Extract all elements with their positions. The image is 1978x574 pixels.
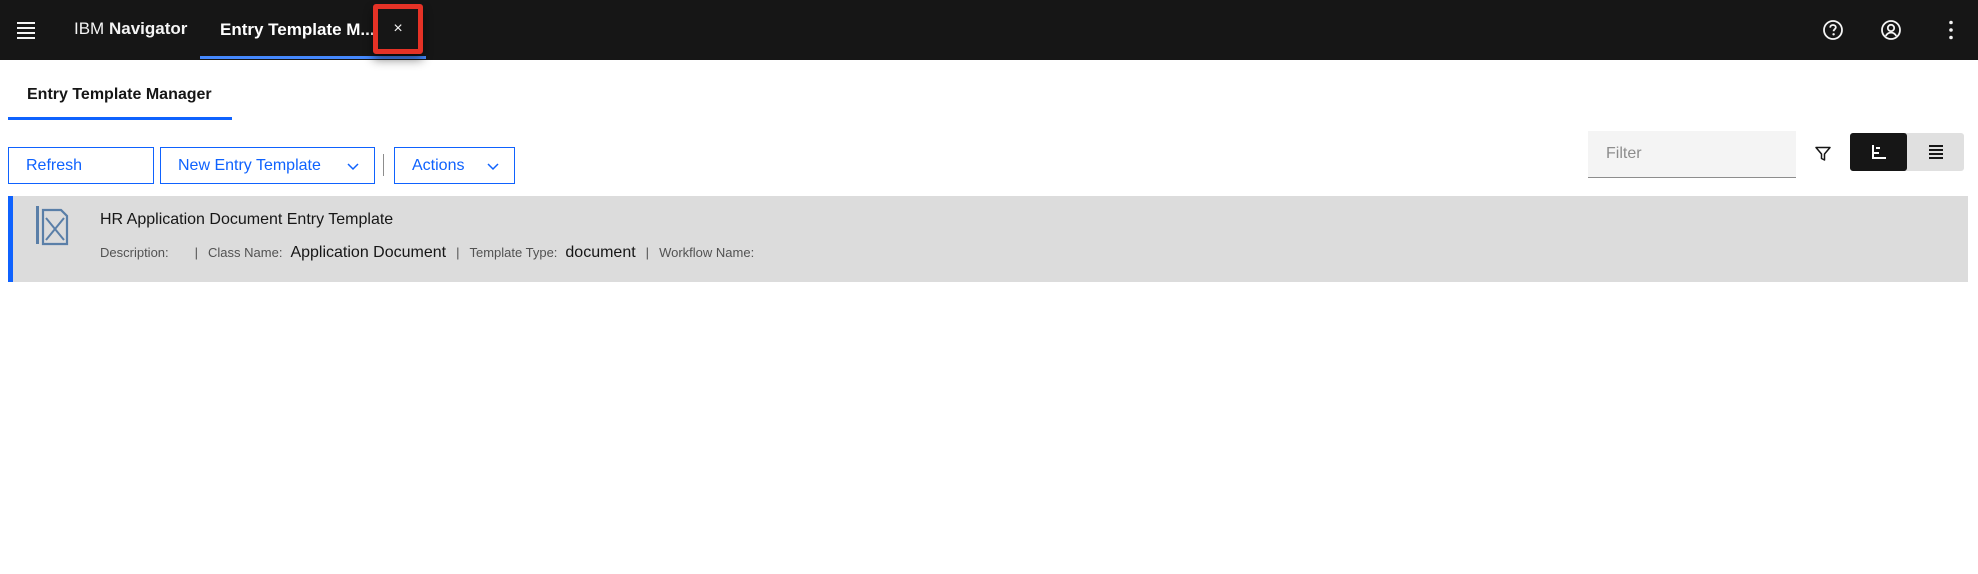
item-metadata: Description: | Class Name: Application D…: [100, 244, 762, 266]
template-type-value: document: [565, 244, 636, 261]
page-tab-indicator: [8, 117, 232, 120]
class-name-label: Class Name:: [208, 245, 283, 260]
workflow-name-label: Workflow Name:: [659, 245, 755, 260]
view-switcher: [1850, 133, 1964, 171]
tab-active-indicator: [200, 56, 426, 59]
top-navigation-bar: IBM Navigator Entry Template M... ×: [0, 0, 1978, 60]
item-title[interactable]: HR Application Document Entry Template: [100, 211, 393, 229]
meta-separator: |: [645, 245, 650, 260]
refresh-button-label: Refresh: [26, 156, 83, 174]
new-entry-template-button[interactable]: New Entry Template: [160, 147, 375, 184]
list-item[interactable]: HR Application Document Entry Template D…: [8, 196, 1968, 282]
user-avatar-icon[interactable]: [1876, 15, 1906, 45]
filter-icon[interactable]: [1812, 143, 1834, 165]
meta-separator: |: [194, 245, 199, 260]
page-tab-entry-template-manager[interactable]: Entry Template Manager: [8, 78, 232, 120]
toolbar-divider: [383, 154, 384, 176]
details-view-button[interactable]: [1850, 133, 1907, 171]
hamburger-menu-icon[interactable]: [12, 16, 40, 44]
brand-prefix: IBM: [74, 19, 105, 38]
brand-name: Navigator: [108, 19, 188, 38]
actions-button[interactable]: Actions: [394, 147, 515, 184]
row-selection-indicator: [8, 196, 13, 282]
overflow-menu-icon[interactable]: [1936, 15, 1966, 45]
details-view-icon: [1871, 145, 1886, 159]
page-title: Entry Template Manager: [27, 86, 212, 103]
tab-close-button[interactable]: ×: [373, 4, 423, 54]
refresh-button[interactable]: Refresh: [8, 147, 154, 184]
description-label: Description:: [100, 245, 169, 260]
actions-label: Actions: [412, 156, 465, 174]
filter-input[interactable]: [1588, 131, 1796, 178]
close-icon: ×: [393, 20, 403, 37]
app-brand[interactable]: IBM Navigator: [74, 19, 187, 39]
chevron-down-icon: [347, 163, 359, 171]
entry-template-icon: [36, 206, 69, 246]
class-name-value: Application Document: [290, 244, 447, 261]
meta-separator: |: [456, 245, 460, 260]
chevron-down-icon: [487, 163, 499, 171]
template-type-label: Template Type:: [469, 245, 558, 260]
list-view-button[interactable]: [1907, 133, 1964, 171]
new-entry-template-label: New Entry Template: [178, 156, 321, 174]
tab-label: Entry Template M...: [220, 20, 375, 39]
list-view-icon: [1928, 145, 1943, 159]
help-icon[interactable]: [1818, 15, 1848, 45]
